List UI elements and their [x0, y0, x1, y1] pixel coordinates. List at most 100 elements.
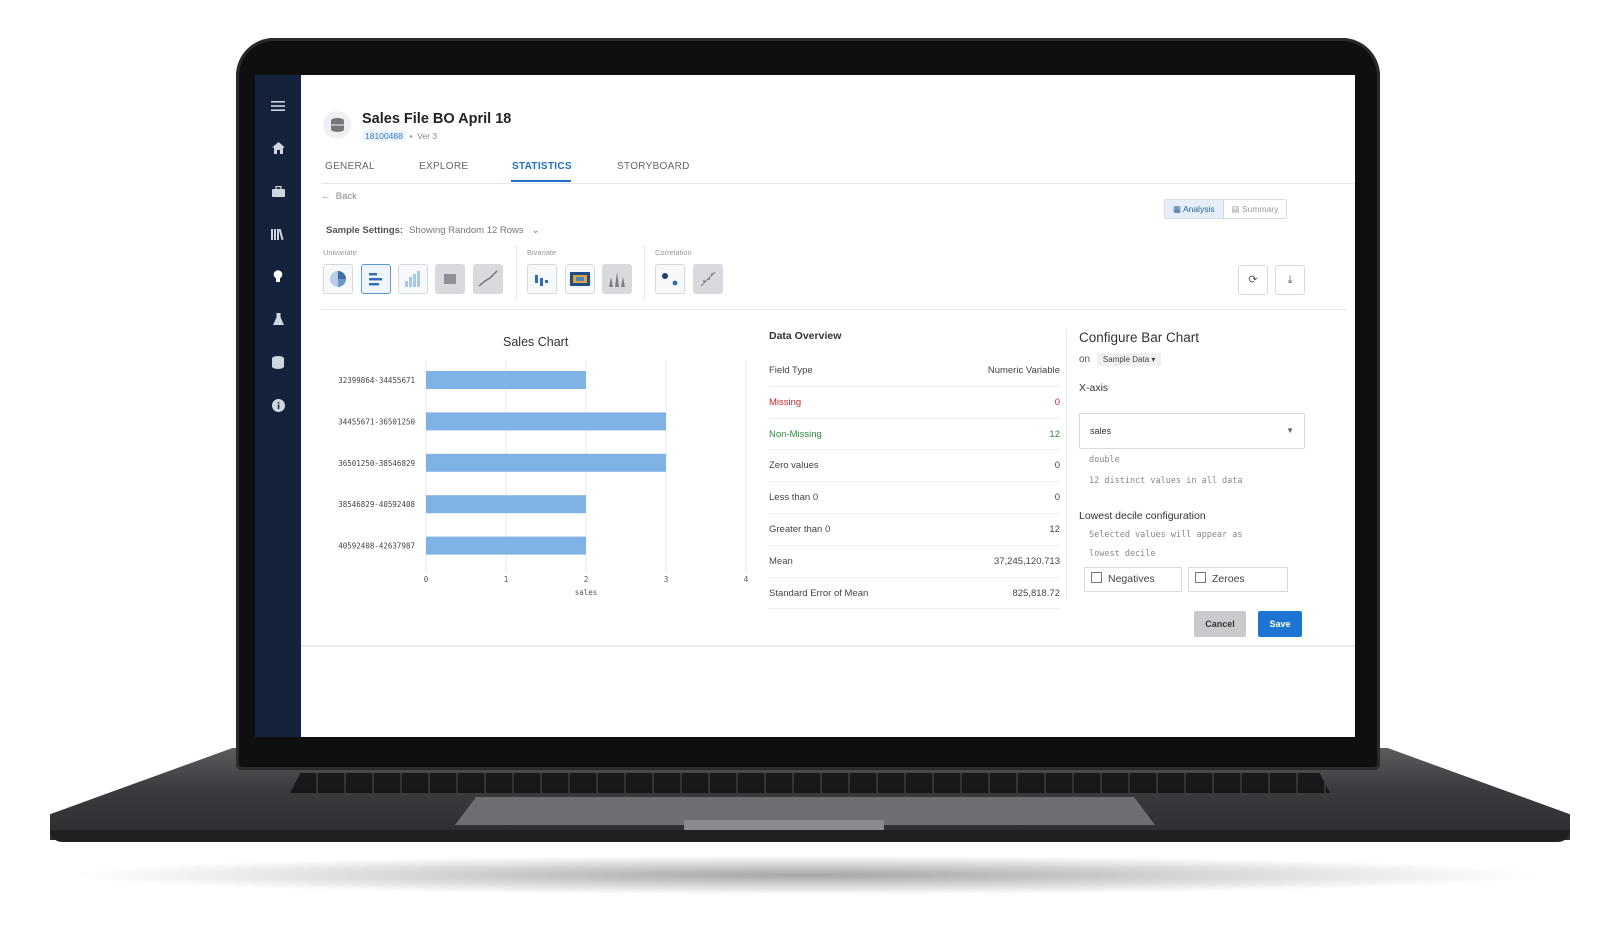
data-overview: Data Overview Field Type Numeric Variable… — [769, 330, 1060, 610]
back-link[interactable]: ← Back — [321, 191, 357, 202]
x-tick-label: 3 — [664, 575, 669, 584]
heatmap-button[interactable] — [565, 264, 595, 294]
laptop-keyboard — [290, 773, 1330, 793]
row-value: 825,818.72 — [1012, 587, 1060, 599]
box-plot-button[interactable] — [435, 264, 465, 294]
group-divider — [516, 245, 517, 300]
menu-icon[interactable] — [267, 97, 289, 119]
tab-explore[interactable]: EXPLORE — [419, 161, 468, 172]
sample-settings-value: Showing Random 12 Rows — [409, 225, 524, 236]
row-value: Numeric Variable — [987, 365, 1060, 376]
configure-panel: Configure Bar Chart on Sample Data ▾ X-a… — [1079, 330, 1309, 592]
grouped-bar-button[interactable] — [527, 264, 557, 294]
arrow-left-icon: ← — [321, 191, 336, 202]
row-label: Missing — [769, 396, 802, 408]
main-content: Sales File BO April 18 18100488 • Ver 3 … — [301, 75, 1355, 737]
chart-icon: ▦ — [1173, 204, 1183, 214]
overview-title: Data Overview — [769, 330, 842, 342]
data-source-row: on Sample Data ▾ — [1079, 353, 1309, 366]
panel-divider — [1066, 330, 1067, 600]
summary-toggle[interactable]: ▤ Summary — [1224, 200, 1287, 218]
doc-version: Ver 3 — [417, 131, 438, 141]
database-icon[interactable] — [267, 354, 289, 376]
bar — [426, 495, 586, 514]
grouped-bar-icon — [535, 275, 548, 286]
view-toggle: ▦ Analysis ▤ Summary — [1164, 199, 1288, 219]
doc-id[interactable]: 18100488 — [363, 131, 405, 141]
overview-row-field-type: Field Type Numeric Variable — [769, 355, 1060, 387]
row-value: 12 — [1049, 523, 1060, 535]
tab-storyboard[interactable]: STORYBOARD — [617, 161, 690, 172]
row-label: Standard Error of Mean — [769, 587, 869, 599]
sales-bar-chart: 0 1 2 3 4 32399864-34455671 34455671-36501250 3… — [338, 360, 749, 597]
analysis-label: Analysis — [1182, 204, 1215, 214]
home-icon[interactable] — [267, 139, 289, 161]
briefcase-icon[interactable] — [267, 182, 289, 204]
scatter-icon — [662, 273, 678, 286]
distinct-note: 12 distinct values in all data — [1089, 476, 1243, 486]
overview-row-non-missing: Non-Missing 12 — [769, 419, 1060, 451]
row-label: Field Type — [769, 365, 813, 376]
sample-settings[interactable]: Sample Settings: Showing Random 12 Rows ⌄ — [326, 225, 540, 236]
flask-icon[interactable] — [267, 311, 289, 333]
bar-chart-button[interactable] — [361, 264, 391, 294]
x-axis-label: sales — [575, 588, 598, 597]
laptop-shadow — [60, 855, 1550, 895]
overview-row-less-than-zero: Less than 0 0 — [769, 482, 1060, 514]
configure-title: Configure Bar Chart — [1079, 330, 1200, 345]
lowest-decile-note-2: lowest decile — [1089, 549, 1156, 559]
xaxis-label: X-axis — [1079, 382, 1109, 394]
doc-meta: 18100488 • Ver 3 — [363, 131, 437, 141]
laptop-base-edge — [50, 830, 1570, 842]
zeroes-label: Zeroes — [1212, 573, 1245, 585]
download-icon: ⤓ — [1287, 274, 1293, 286]
bulb-icon[interactable] — [267, 268, 289, 290]
lowest-decile-note: Selected values will appear as — [1089, 530, 1243, 540]
analysis-toggle[interactable]: ▦ Analysis — [1165, 200, 1224, 218]
pie-chart-button[interactable] — [323, 264, 353, 294]
histogram-button[interactable] — [398, 264, 428, 294]
row-value: 37,245,120.713 — [993, 555, 1060, 567]
tab-general[interactable]: GENERAL — [325, 161, 375, 172]
row-label: Non-Missing — [769, 428, 822, 440]
pie-chart-icon — [330, 271, 346, 287]
zeroes-checkbox[interactable]: Zeroes — [1188, 567, 1288, 592]
refresh-icon: ⟳ — [1248, 274, 1258, 286]
scatter-trend-button[interactable] — [693, 264, 723, 294]
heatmap-icon — [570, 272, 590, 286]
library-icon[interactable] — [267, 225, 289, 247]
scatter-button[interactable] — [655, 264, 685, 294]
tab-statistics[interactable]: STATISTICS — [512, 161, 572, 172]
y-tick-label: 40592408-42637987 — [338, 542, 415, 551]
footer-divider — [301, 645, 1355, 647]
summary-label: Summary — [1242, 204, 1279, 214]
row-value: 12 — [1049, 428, 1060, 440]
univariate-label: Univariate — [323, 248, 357, 257]
checkbox-icon — [1195, 572, 1206, 583]
row-label: Greater than 0 — [769, 523, 831, 535]
violin-plot-icon — [609, 272, 625, 287]
download-button[interactable]: ⤓ — [1275, 265, 1305, 295]
lowest-decile-title: Lowest decile configuration — [1079, 510, 1206, 522]
info-icon[interactable] — [267, 397, 289, 419]
checkbox-icon — [1091, 572, 1102, 583]
x-tick-label: 2 — [584, 575, 589, 584]
overview-row-greater-than-zero: Greater than 0 12 — [769, 514, 1060, 546]
row-label: Less than 0 — [769, 492, 819, 504]
database-icon — [323, 111, 351, 139]
tabs-divider — [321, 183, 1355, 184]
violin-plot-button[interactable] — [602, 264, 632, 294]
negatives-checkbox[interactable]: Negatives — [1084, 567, 1182, 592]
meta-separator: • — [407, 131, 415, 141]
row-value: 0 — [1054, 492, 1060, 504]
save-button[interactable]: Save — [1258, 611, 1302, 637]
overview-row-std-error: Standard Error of Mean 825,818.72 — [769, 578, 1060, 610]
cancel-button[interactable]: Cancel — [1194, 611, 1246, 637]
caret-down-icon: ▾ — [1151, 355, 1156, 364]
xaxis-select[interactable]: sales ▼ — [1079, 413, 1305, 449]
data-source-dropdown[interactable]: Sample Data ▾ — [1096, 353, 1162, 366]
line-chart-button[interactable] — [473, 264, 503, 294]
bar — [426, 536, 586, 555]
refresh-button[interactable]: ⟳ — [1238, 265, 1268, 295]
row-value: 0 — [1054, 396, 1060, 408]
